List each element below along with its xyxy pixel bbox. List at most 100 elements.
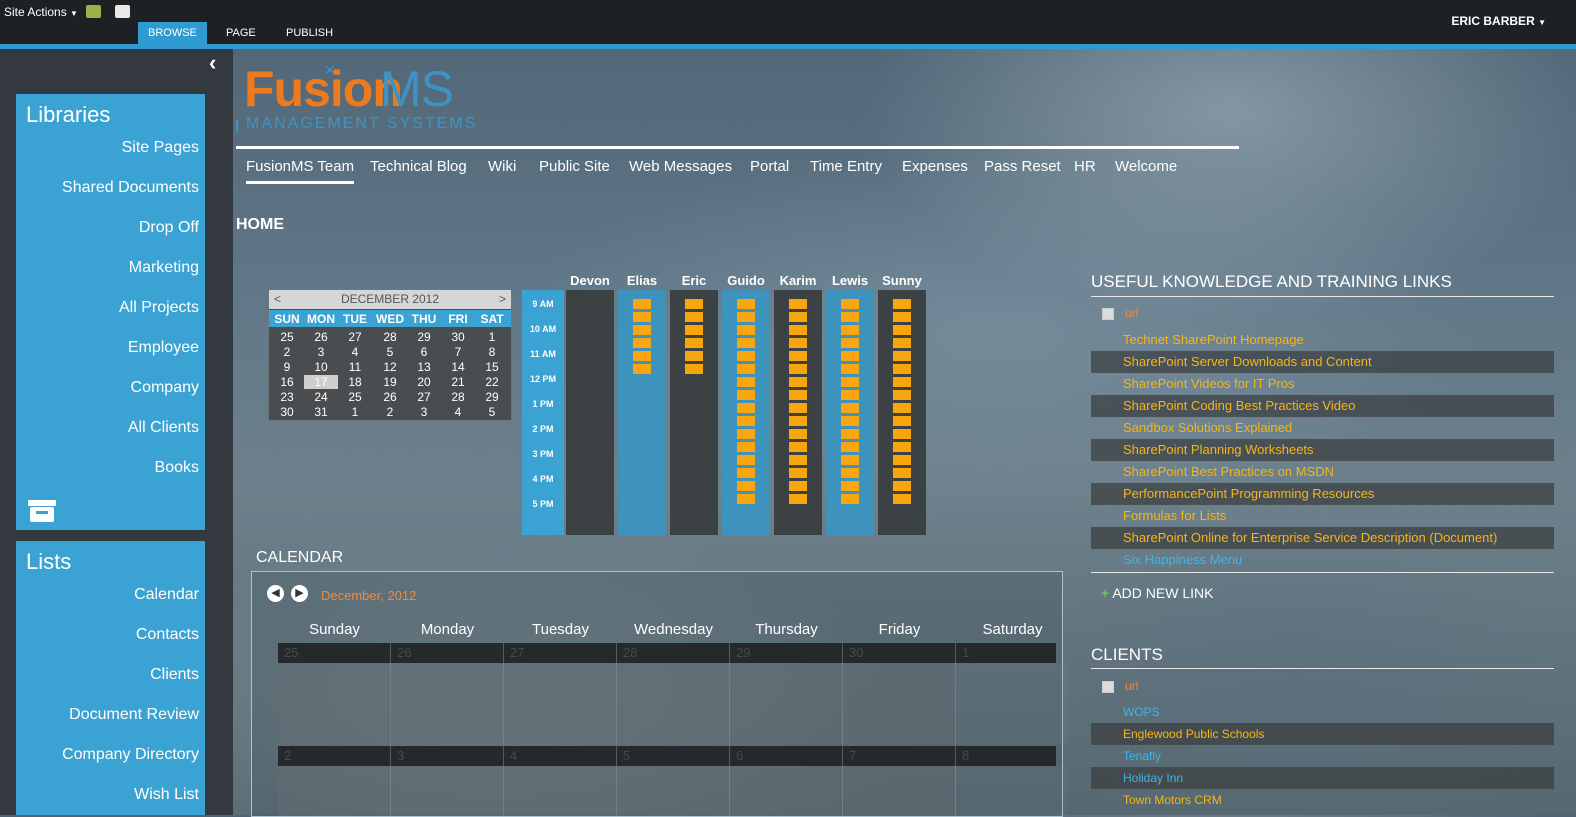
calendar-day-number[interactable]: 25 — [284, 645, 298, 660]
booked-slot[interactable] — [893, 364, 911, 374]
nav-company[interactable]: Company — [16, 368, 205, 408]
booked-slot[interactable] — [737, 442, 755, 452]
calendar-day-cell[interactable] — [391, 663, 504, 745]
booked-slot[interactable] — [841, 377, 859, 387]
nav-wish-list[interactable]: Wish List — [16, 775, 205, 815]
mini-calendar-day[interactable]: 6 — [407, 345, 441, 359]
booked-slot[interactable] — [737, 429, 755, 439]
mini-calendar-day[interactable]: 23 — [270, 390, 304, 404]
booked-slot[interactable] — [685, 325, 703, 335]
mini-calendar-day[interactable]: 8 — [475, 345, 509, 359]
booked-slot[interactable] — [633, 364, 651, 374]
mini-calendar-day[interactable]: 24 — [304, 390, 338, 404]
collapse-sidebar-icon[interactable]: ‹ — [209, 50, 216, 76]
booked-slot[interactable] — [789, 377, 807, 387]
mini-calendar-day[interactable]: 26 — [373, 390, 407, 404]
booked-slot[interactable] — [893, 338, 911, 348]
topnav-hr[interactable]: HR — [1074, 158, 1096, 175]
mini-calendar-day[interactable]: 27 — [338, 330, 372, 344]
booked-slot[interactable] — [737, 455, 755, 465]
booked-slot[interactable] — [737, 364, 755, 374]
calendar-day-cell[interactable] — [956, 663, 1068, 745]
mini-calendar-day[interactable]: 3 — [304, 345, 338, 359]
booked-slot[interactable] — [841, 351, 859, 361]
useful-link[interactable]: SharePoint Best Practices on MSDN — [1091, 464, 1334, 479]
booked-slot[interactable] — [789, 312, 807, 322]
booked-slot[interactable] — [737, 416, 755, 426]
booked-slot[interactable] — [685, 351, 703, 361]
mini-calendar-day[interactable]: 5 — [373, 345, 407, 359]
booked-slot[interactable] — [893, 442, 911, 452]
booked-slot[interactable] — [841, 494, 859, 504]
recycle-bin-icon[interactable] — [26, 497, 58, 523]
useful-link[interactable]: SharePoint Online for Enterprise Service… — [1091, 530, 1497, 545]
mini-calendar-day[interactable]: 2 — [270, 345, 304, 359]
useful-link[interactable]: SharePoint Coding Best Practices Video — [1091, 398, 1355, 413]
useful-link[interactable]: Technet SharePoint Homepage — [1091, 332, 1304, 347]
booked-slot[interactable] — [737, 494, 755, 504]
nav-site-pages[interactable]: Site Pages — [16, 128, 205, 168]
booked-slot[interactable] — [841, 416, 859, 426]
mini-calendar-day[interactable]: 1 — [338, 405, 372, 419]
mini-calendar-day[interactable]: 10 — [304, 360, 338, 374]
topnav-web-messages[interactable]: Web Messages — [629, 158, 732, 175]
booked-slot[interactable] — [633, 338, 651, 348]
mini-calendar-day[interactable]: 17 — [304, 375, 338, 389]
mini-calendar-day[interactable]: 4 — [441, 405, 475, 419]
topnav-pass-reset[interactable]: Pass Reset — [984, 158, 1061, 175]
booked-slot[interactable] — [841, 299, 859, 309]
calendar-day-number[interactable]: 5 — [623, 748, 630, 763]
topnav-expenses[interactable]: Expenses — [902, 158, 968, 175]
booked-slot[interactable] — [893, 481, 911, 491]
booked-slot[interactable] — [893, 299, 911, 309]
mini-calendar-day[interactable]: 11 — [338, 360, 372, 374]
mini-calendar-day[interactable]: 25 — [338, 390, 372, 404]
booked-slot[interactable] — [685, 364, 703, 374]
booked-slot[interactable] — [841, 429, 859, 439]
client-link[interactable]: Englewood Public Schools — [1091, 727, 1264, 741]
mini-calendar-day[interactable]: 20 — [407, 375, 441, 389]
nav-marketing[interactable]: Marketing — [16, 248, 205, 288]
mini-calendar-day[interactable]: 19 — [373, 375, 407, 389]
mini-calendar-day[interactable]: 9 — [270, 360, 304, 374]
logo-ms[interactable]: MS — [380, 60, 454, 118]
mini-calendar-day[interactable]: 21 — [441, 375, 475, 389]
logo-fusion[interactable]: Fusion — [244, 60, 403, 118]
booked-slot[interactable] — [789, 455, 807, 465]
booked-slot[interactable] — [789, 325, 807, 335]
mini-calendar-day[interactable]: 3 — [407, 405, 441, 419]
booked-slot[interactable] — [789, 442, 807, 452]
booked-slot[interactable] — [789, 494, 807, 504]
booked-slot[interactable] — [789, 351, 807, 361]
booked-slot[interactable] — [893, 325, 911, 335]
mini-calendar-day[interactable]: 29 — [407, 330, 441, 344]
booked-slot[interactable] — [737, 351, 755, 361]
nav-clients[interactable]: Clients — [16, 655, 205, 695]
booked-slot[interactable] — [893, 390, 911, 400]
mini-calendar-next[interactable]: > — [499, 290, 506, 309]
mini-calendar-day[interactable]: 1 — [475, 330, 509, 344]
booked-slot[interactable] — [685, 338, 703, 348]
mini-calendar-day[interactable]: 14 — [441, 360, 475, 374]
nav-document-review[interactable]: Document Review — [16, 695, 205, 735]
mini-calendar-day[interactable]: 28 — [441, 390, 475, 404]
calendar-day-cell[interactable] — [730, 663, 843, 745]
calendar-day-number[interactable]: 7 — [849, 748, 856, 763]
calendar-day-number[interactable]: 1 — [962, 645, 969, 660]
calendar-day-number[interactable]: 26 — [397, 645, 411, 660]
booked-slot[interactable] — [841, 468, 859, 478]
booked-slot[interactable] — [737, 299, 755, 309]
booked-slot[interactable] — [893, 468, 911, 478]
topnav-technical-blog[interactable]: Technical Blog — [370, 158, 467, 175]
booked-slot[interactable] — [841, 364, 859, 374]
topnav-time-entry[interactable]: Time Entry — [810, 158, 882, 175]
booked-slot[interactable] — [893, 494, 911, 504]
booked-slot[interactable] — [685, 312, 703, 322]
booked-slot[interactable] — [633, 312, 651, 322]
booked-slot[interactable] — [841, 455, 859, 465]
calendar-day-cell[interactable] — [278, 663, 391, 745]
mini-calendar-day[interactable]: 28 — [373, 330, 407, 344]
mini-calendar-day[interactable]: 2 — [373, 405, 407, 419]
calendar-day-cell[interactable] — [617, 766, 730, 816]
booked-slot[interactable] — [893, 455, 911, 465]
